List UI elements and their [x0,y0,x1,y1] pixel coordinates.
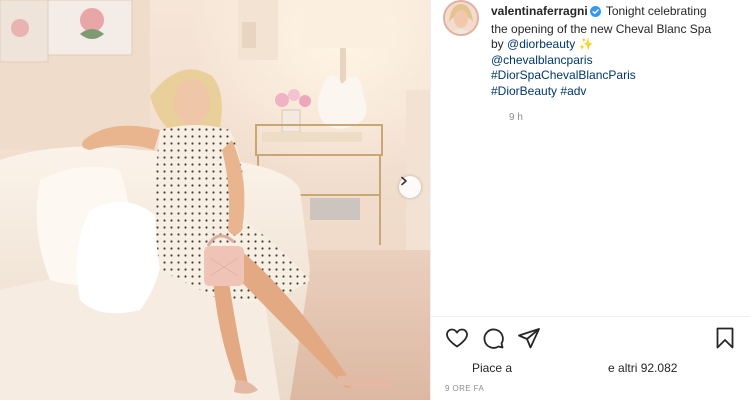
mention-chevalblancparis[interactable]: @chevalblancparis [491,53,593,67]
mention-diorbeauty[interactable]: @diorbeauty [507,37,575,51]
heart-icon[interactable] [445,326,469,355]
divider [431,316,750,317]
bookmark-icon[interactable] [713,326,737,355]
post-caption: valentinaferragni Tonight celebrating th… [491,4,713,99]
share-icon[interactable] [517,326,541,355]
verified-badge-icon [589,6,601,22]
username-link[interactable]: valentinaferragni [491,4,588,18]
next-photo-button[interactable] [399,176,421,198]
next-arrow-icon [401,176,407,186]
caption-time: 9 h [509,112,523,123]
avatar-image [445,2,477,34]
hashtag-diorspa[interactable]: #DiorSpaChevalBlancParis [491,68,636,82]
post-timestamp[interactable]: 9 ORE FA [445,384,484,393]
hashtag-diorbeauty[interactable]: #DiorBeauty [491,84,557,98]
hashtag-adv[interactable]: #adv [560,84,586,98]
post-side-panel: valentinaferragni Tonight celebrating th… [430,0,750,400]
avatar[interactable] [443,0,479,36]
likes-line[interactable]: Piace a e altri 92.082 [472,361,677,375]
photo-illustration [0,0,430,400]
post-photo[interactable] [0,0,430,400]
action-bar [445,326,741,352]
sparkle-emoji: ✨ [578,37,594,51]
likes-suffix: e altri 92.082 [608,361,678,375]
likes-prefix: Piace a [472,361,513,375]
comment-icon[interactable] [481,326,505,355]
